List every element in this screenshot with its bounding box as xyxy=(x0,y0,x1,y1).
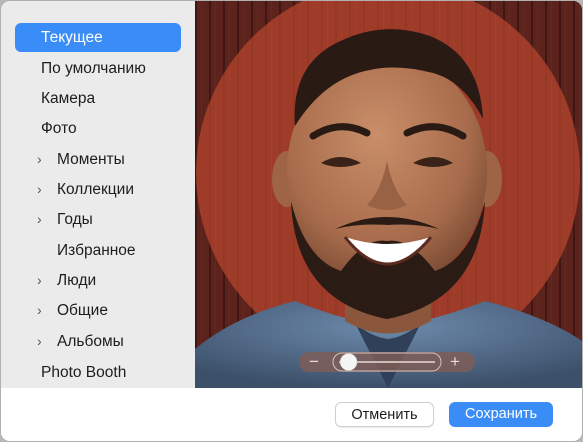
sidebar-item-collections[interactable]: › Коллекции xyxy=(15,175,181,204)
sidebar-item-label: Photo Booth xyxy=(41,364,127,381)
chevron-right-icon[interactable]: › xyxy=(37,266,42,295)
sidebar: Текущее По умолчанию Камера Фото › Момен… xyxy=(1,1,195,388)
sidebar-item-years[interactable]: › Годы xyxy=(15,205,181,234)
sidebar-item-label: По умолчанию xyxy=(41,60,146,77)
zoom-in-icon[interactable]: + xyxy=(450,352,460,372)
chevron-right-icon[interactable]: › xyxy=(37,205,42,234)
sidebar-item-label: Избранное xyxy=(57,242,136,259)
sidebar-item-photos[interactable]: Фото xyxy=(15,114,181,143)
sidebar-item-label: Фото xyxy=(41,120,77,137)
zoom-slider-knob xyxy=(339,353,358,371)
sidebar-item-label: Моменты xyxy=(57,151,125,168)
chevron-right-icon[interactable]: › xyxy=(37,145,42,174)
chevron-right-icon[interactable]: › xyxy=(37,327,42,356)
zoom-slider[interactable]: − + xyxy=(299,351,475,373)
sidebar-item-label: Камера xyxy=(41,90,96,107)
sidebar-item-photo-booth[interactable]: Photo Booth xyxy=(15,358,181,387)
sidebar-item-default[interactable]: По умолчанию xyxy=(15,54,181,83)
sidebar-item-people[interactable]: › Люди xyxy=(15,266,181,295)
profile-photo xyxy=(195,1,582,388)
chevron-right-icon[interactable]: › xyxy=(37,296,42,325)
sidebar-item-label: Люди xyxy=(57,272,97,289)
sidebar-item-shared[interactable]: › Общие xyxy=(15,296,181,325)
zoom-out-icon[interactable]: − xyxy=(309,352,319,372)
save-button[interactable]: Сохранить xyxy=(449,402,553,427)
sidebar-item-label: Текущее xyxy=(41,29,103,46)
sidebar-item-label: Общие xyxy=(57,302,108,319)
cancel-button[interactable]: Отменить xyxy=(335,402,434,427)
photo-crop-area[interactable]: − + xyxy=(195,1,582,388)
chevron-right-icon[interactable]: › xyxy=(37,175,42,204)
photo-picker-window: Текущее По умолчанию Камера Фото › Момен… xyxy=(0,0,583,442)
dialog-footer: Отменить Сохранить xyxy=(1,388,582,441)
sidebar-item-camera[interactable]: Камера xyxy=(15,84,181,113)
zoom-slider-graphic xyxy=(299,352,475,372)
sidebar-item-label: Альбомы xyxy=(57,333,124,350)
sidebar-item-label: Коллекции xyxy=(57,181,134,198)
sidebar-item-albums[interactable]: › Альбомы xyxy=(15,327,181,356)
sidebar-item-label: Годы xyxy=(57,211,93,228)
sidebar-item-moments[interactable]: › Моменты xyxy=(15,145,181,174)
sidebar-item-favorites[interactable]: Избранное xyxy=(15,236,181,265)
sidebar-item-current[interactable]: Текущее xyxy=(15,23,181,52)
